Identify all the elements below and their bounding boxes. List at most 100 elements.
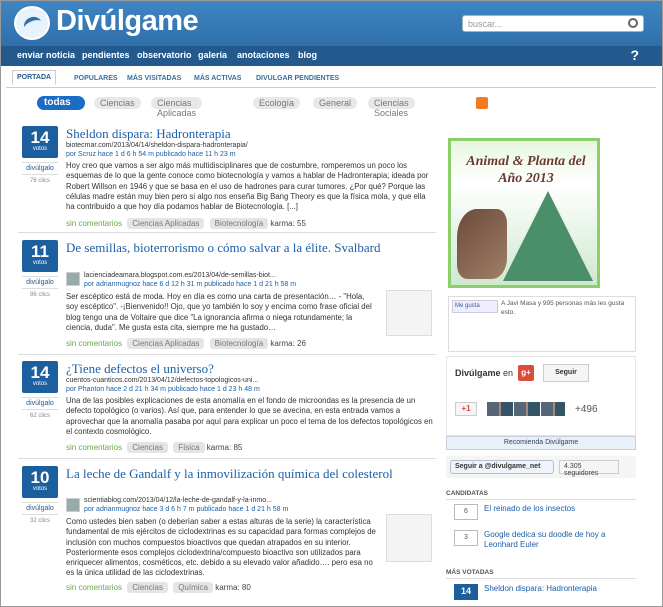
- vote-count: 14 votos: [22, 361, 58, 393]
- comments-link[interactable]: sin comentarios: [66, 339, 122, 348]
- vote-count: 10 votos: [22, 466, 58, 498]
- story-body: Hoy creo que vamos a ser algo más multid…: [66, 161, 429, 212]
- tag[interactable]: Ciencias Aplicadas: [127, 338, 205, 349]
- divulgalo-button[interactable]: divúlgalo: [22, 502, 58, 515]
- search-placeholder: buscar...: [468, 19, 503, 29]
- story-title[interactable]: La leche de Gandalf y la inmovilización …: [66, 466, 406, 481]
- avatar[interactable]: [66, 272, 80, 286]
- recommend-button[interactable]: Recomienda Divúlgame: [446, 436, 636, 450]
- follower-avatars: [487, 402, 565, 416]
- vote-box: 14 votos divúlgalo 76 clics: [22, 126, 58, 184]
- story-author[interactable]: por Scruz hace 1 d 6 h 54 m publicado ha…: [66, 151, 236, 158]
- comments-link[interactable]: sin comentarios: [66, 583, 122, 592]
- story-body: Como ustedes bien saben (o deberían sabe…: [66, 517, 376, 578]
- nav-blog[interactable]: blog: [298, 50, 317, 60]
- help-icon[interactable]: ?: [630, 47, 639, 63]
- wolf-image: [457, 209, 507, 279]
- story-body: Una de las posibles explicaciones de est…: [66, 396, 433, 436]
- tag[interactable]: Química: [173, 582, 213, 593]
- candidate-title[interactable]: El reinado de los insectos: [484, 504, 634, 514]
- story-footer: sin comentarios Ciencias Química karma: …: [66, 582, 251, 593]
- divider: [18, 232, 436, 233]
- story-author[interactable]: por adrianmugnoz hace 6 d 12 h 31 m publ…: [84, 281, 296, 288]
- story-author[interactable]: por Phanton hace 2 d 21 h 34 m publicado…: [66, 386, 260, 393]
- story-title[interactable]: De semillas, bioterrorismo o cómo salvar…: [66, 240, 380, 255]
- story: 14 votos divúlgalo 62 clics ¿Tiene defect…: [18, 361, 436, 457]
- divulgalo-button[interactable]: divúlgalo: [22, 162, 58, 175]
- nav-pendientes[interactable]: pendientes: [82, 50, 130, 60]
- filter-general[interactable]: General: [313, 97, 358, 109]
- divider: [18, 354, 436, 355]
- logo-icon[interactable]: [14, 6, 50, 40]
- tab-mas-visitadas[interactable]: MÁS VISITADAS: [123, 72, 185, 85]
- tree-image: [503, 191, 593, 281]
- karma: karma: 55: [270, 219, 306, 228]
- plus-one-button[interactable]: +1: [455, 402, 477, 416]
- twitter-follow-button[interactable]: Seguir a @divulgame_net: [450, 460, 554, 474]
- tag[interactable]: Ciencias Aplicadas: [127, 218, 205, 229]
- site-brand[interactable]: Divúlgame: [56, 5, 199, 38]
- clicks-count: 32 clics: [29, 518, 50, 524]
- twitter-follower-count: 4.305 seguidores: [559, 460, 619, 477]
- clicks-count: 86 clics: [29, 292, 50, 298]
- comments-link[interactable]: sin comentarios: [66, 219, 122, 228]
- tab-divulgar-pendientes[interactable]: DIVULGAR PENDIENTES: [252, 72, 343, 85]
- avatar[interactable]: [66, 498, 80, 512]
- story-url: cuentos-cuanticos.com/2013/04/12/defecto…: [66, 377, 258, 384]
- story-thumbnail[interactable]: [386, 290, 432, 336]
- story-url-text[interactable]: scientiablog.com/2013/04/12/la-leche-de-…: [84, 497, 272, 504]
- gplus-en: en: [503, 368, 514, 378]
- tabs-bar: PORTADA POPULARES MÁS VISITADAS MÁS ACTI…: [6, 68, 656, 88]
- tag[interactable]: Ciencias: [127, 442, 168, 453]
- tab-populares[interactable]: POPULARES: [70, 72, 122, 85]
- gplus-widget: Divúlgame en g+ Seguir +1 +496: [446, 356, 636, 436]
- story-author[interactable]: por adrianmugnoz hace 3 d 6 h 7 m public…: [84, 506, 288, 513]
- nav-observatorio[interactable]: observatorio: [137, 50, 192, 60]
- candidate-votes: 6: [454, 504, 478, 520]
- filter-todas-label: todas: [44, 97, 71, 108]
- search-icon[interactable]: [628, 18, 638, 28]
- nav-galeria[interactable]: galería: [198, 50, 227, 60]
- story-title[interactable]: Sheldon dispara: Hadronterapia: [66, 126, 231, 141]
- story-thumbnail[interactable]: [386, 514, 432, 562]
- filter-ciencias-sociales[interactable]: Ciencias Sociales: [368, 97, 415, 118]
- gplus-icon[interactable]: g+: [518, 365, 534, 381]
- facebook-like-button[interactable]: Me gusta: [452, 300, 498, 313]
- nav-anotaciones[interactable]: anotaciones: [237, 50, 290, 60]
- clicks-count: 76 clics: [29, 178, 50, 184]
- tag[interactable]: Física: [173, 442, 205, 453]
- candidatas-heading: CANDIDATAS: [446, 490, 636, 500]
- filter-ciencias-aplicadas[interactable]: Ciencias Aplicadas: [151, 97, 203, 118]
- story-url: biotecmar.com/2013/04/14/sheldon-dispara…: [66, 142, 248, 149]
- story-url: lacienciadeamara.blogspot.com.es/2013/04…: [84, 272, 276, 279]
- divulgalo-button[interactable]: divúlgalo: [22, 397, 58, 410]
- tag[interactable]: Biotecnología: [209, 338, 269, 349]
- gplus-page-name: Divúlgame en: [455, 368, 513, 378]
- vote-box: 10 votos divúlgalo 32 clics: [22, 466, 58, 524]
- vote-number: 14: [30, 128, 50, 147]
- award-banner[interactable]: Animal & Planta del Año 2013: [448, 138, 600, 288]
- top-voted-votes: 14: [454, 584, 478, 600]
- tag[interactable]: Biotecnología: [209, 218, 269, 229]
- tab-mas-activas[interactable]: MÁS ACTIVAS: [190, 72, 245, 85]
- search-input[interactable]: buscar...: [462, 15, 644, 32]
- rss-icon[interactable]: [476, 97, 488, 109]
- story-url-text[interactable]: lacienciadeamara.blogspot.com.es/2013/04…: [84, 272, 276, 279]
- divulgalo-button[interactable]: divúlgalo: [22, 276, 58, 289]
- top-voted-title[interactable]: Sheldon dispara: Hadronterapia: [484, 584, 634, 594]
- filter-ecologia[interactable]: Ecología: [253, 97, 301, 109]
- story-footer: sin comentarios Ciencias Aplicadas Biote…: [66, 338, 306, 349]
- filter-todas[interactable]: todas +: [37, 96, 85, 119]
- story-url-text[interactable]: cuentos-cuanticos.com/2013/04/12/defecto…: [66, 377, 258, 384]
- nav-enviar-noticia[interactable]: enviar noticia: [17, 50, 75, 60]
- candidate-title[interactable]: Google dedica su doodle de hoy a Leonhar…: [484, 530, 634, 550]
- filter-ciencias[interactable]: Ciencias: [94, 97, 141, 109]
- tag[interactable]: Ciencias: [127, 582, 168, 593]
- story-url-text[interactable]: biotecmar.com/2013/04/14/sheldon-dispara…: [66, 142, 248, 149]
- tab-portada[interactable]: PORTADA: [12, 70, 57, 85]
- gplus-follow-button[interactable]: Seguir: [543, 364, 589, 382]
- story: 11 votos divúlgalo 86 clics De semillas, …: [18, 240, 436, 350]
- story-footer: sin comentarios Ciencias Aplicadas Biote…: [66, 218, 306, 229]
- story-title[interactable]: ¿Tiene defectos el universo?: [66, 361, 214, 376]
- comments-link[interactable]: sin comentarios: [66, 443, 122, 452]
